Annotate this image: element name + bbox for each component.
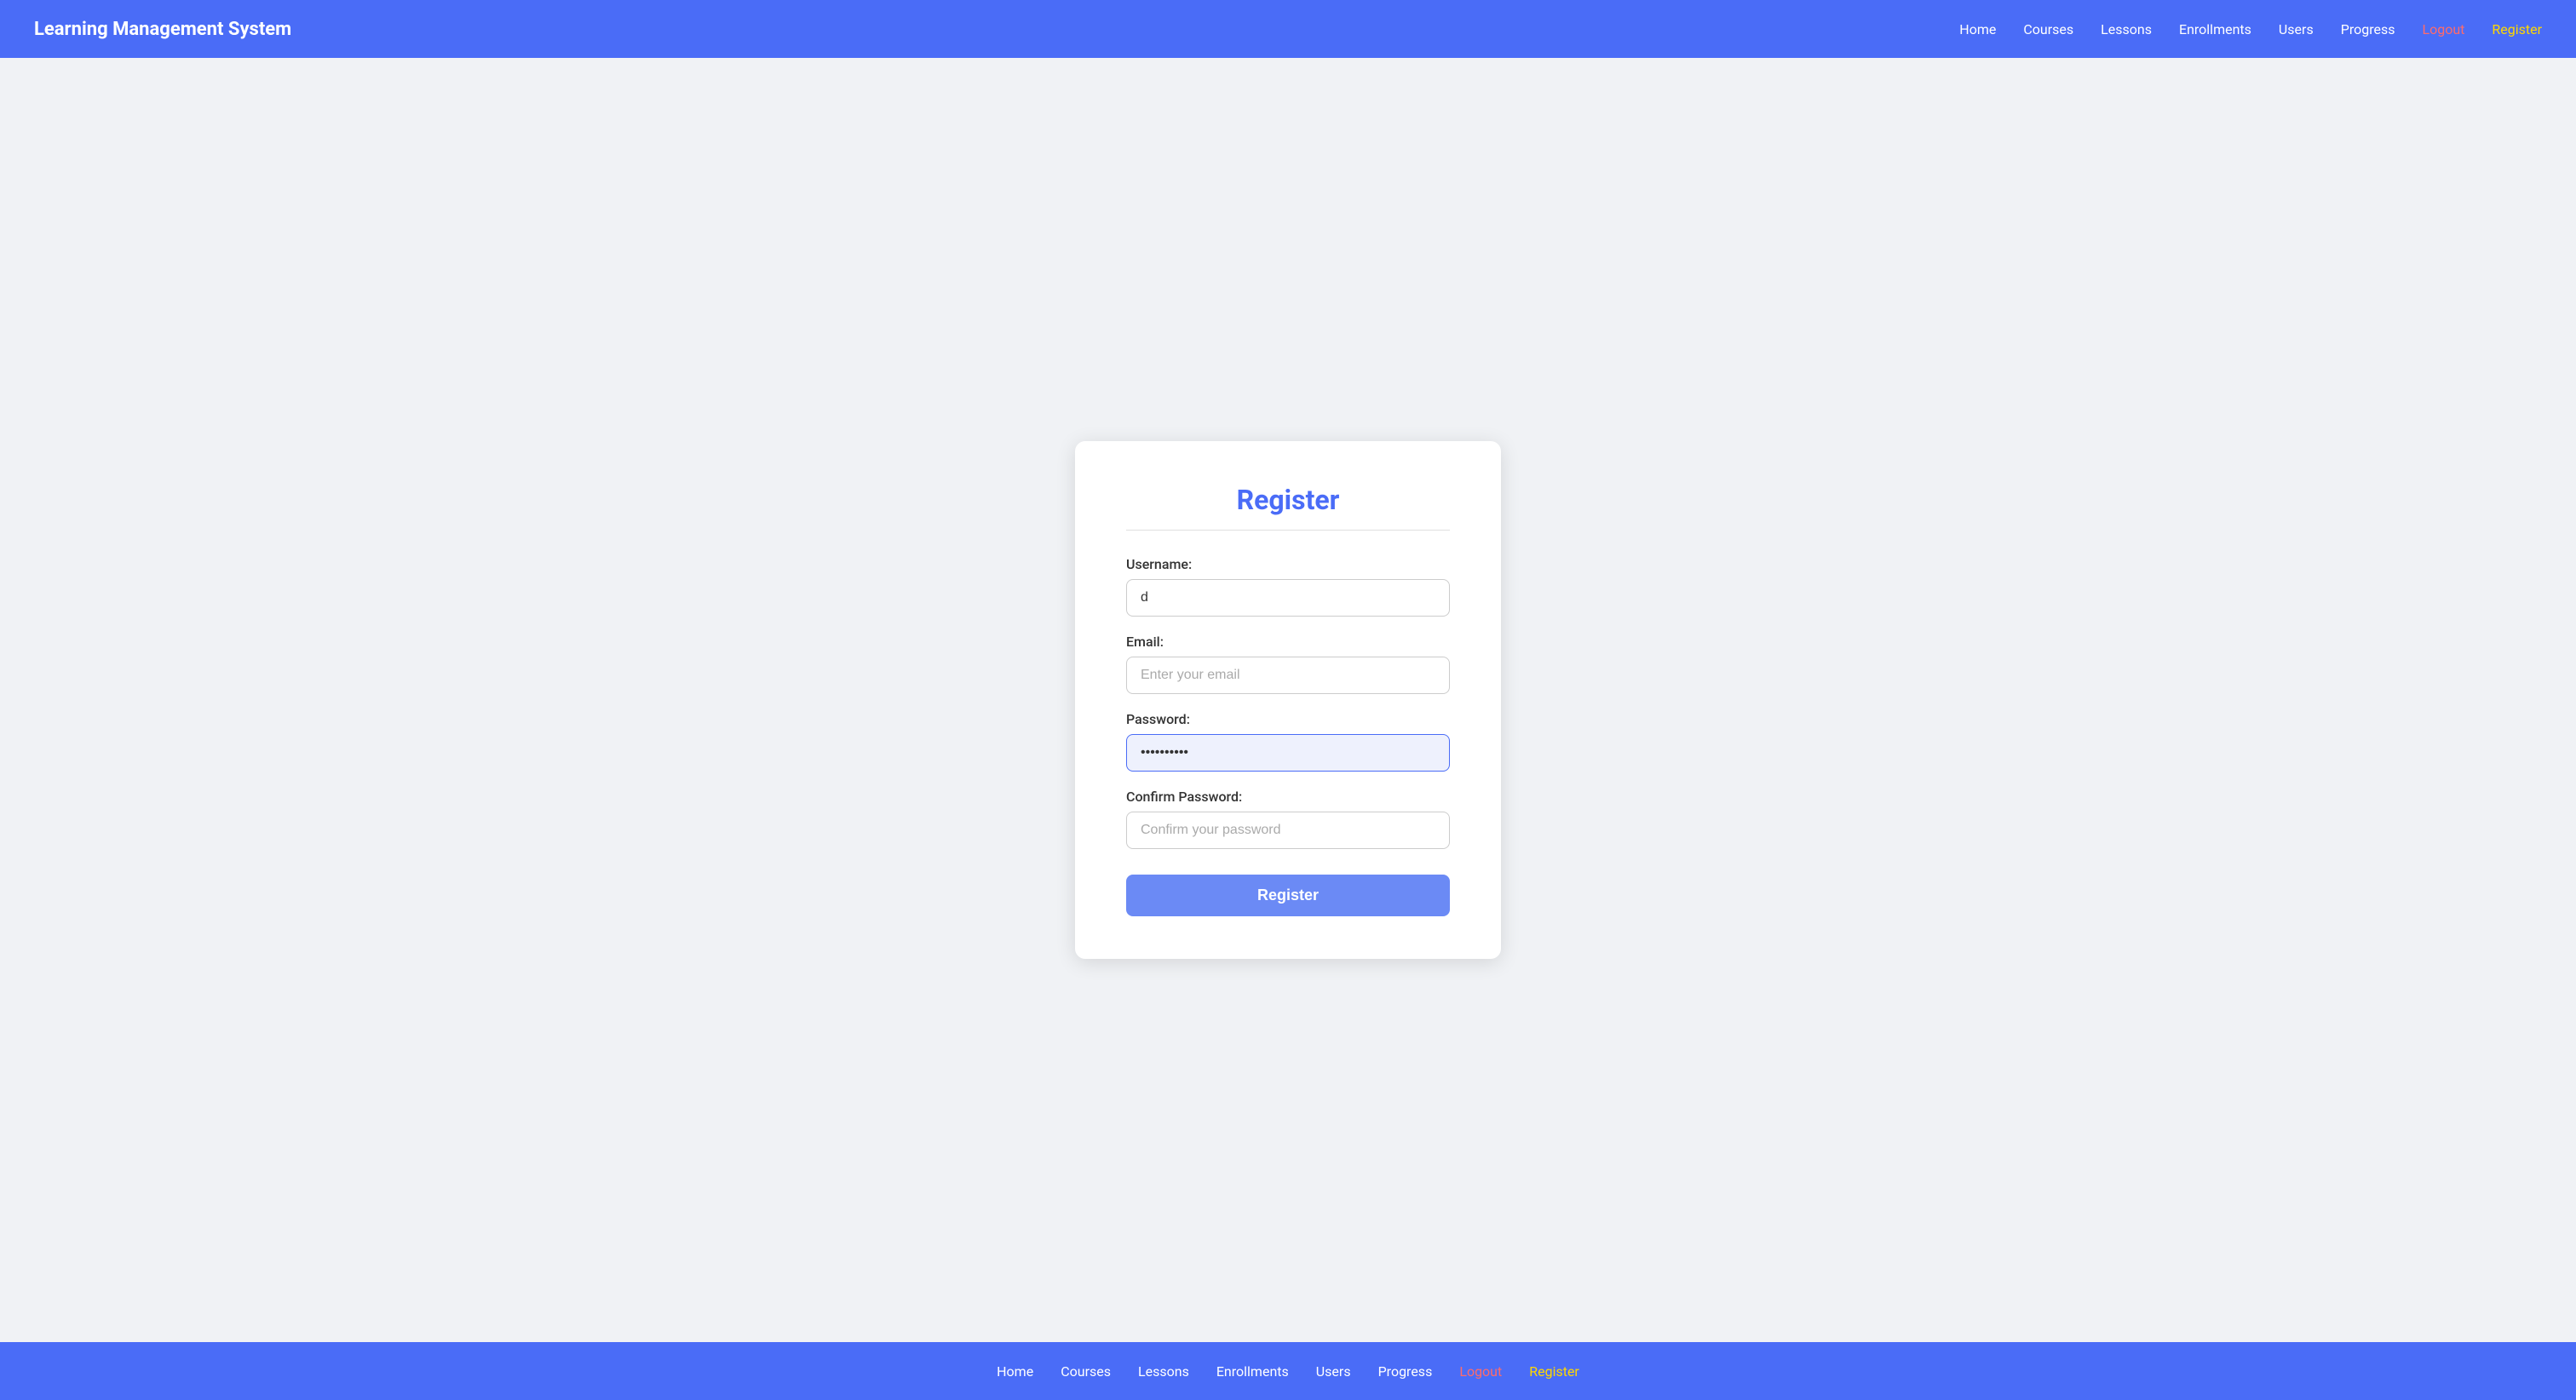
footer-link-progress[interactable]: Progress: [1378, 1363, 1433, 1380]
email-label: Email:: [1126, 634, 1450, 650]
navbar-nav: Home Courses Lessons Enrollments Users P…: [1959, 21, 2542, 37]
password-input[interactable]: [1126, 734, 1450, 772]
footer-link-logout[interactable]: Logout: [1459, 1363, 1502, 1380]
footer-link-enrollments[interactable]: Enrollments: [1216, 1363, 1289, 1380]
username-label: Username:: [1126, 556, 1450, 572]
footer-link-users[interactable]: Users: [1316, 1363, 1351, 1380]
nav-link-courses[interactable]: Courses: [2023, 21, 2073, 37]
navbar: Learning Management System Home Courses …: [0, 0, 2576, 58]
nav-link-users[interactable]: Users: [2279, 21, 2314, 37]
confirm-password-label: Confirm Password:: [1126, 789, 1450, 805]
footer-link-lessons[interactable]: Lessons: [1138, 1363, 1189, 1380]
footer-link-home[interactable]: Home: [997, 1363, 1033, 1380]
password-label: Password:: [1126, 711, 1450, 727]
navbar-brand[interactable]: Learning Management System: [34, 19, 291, 40]
nav-link-lessons[interactable]: Lessons: [2101, 21, 2152, 37]
confirm-password-input[interactable]: [1126, 812, 1450, 849]
register-button[interactable]: Register: [1126, 875, 1450, 916]
main-content: Register Username: Email: Password: Conf…: [0, 58, 2576, 1342]
register-card: Register Username: Email: Password: Conf…: [1075, 441, 1501, 959]
email-group: Email:: [1126, 634, 1450, 694]
nav-link-home[interactable]: Home: [1959, 21, 1996, 37]
nav-link-register[interactable]: Register: [2492, 21, 2542, 37]
footer-link-courses[interactable]: Courses: [1061, 1363, 1111, 1380]
title-divider: [1126, 530, 1450, 531]
footer-nav: Home Courses Lessons Enrollments Users P…: [997, 1363, 1579, 1380]
register-form: Username: Email: Password: Confirm Passw…: [1126, 556, 1450, 916]
footer: Home Courses Lessons Enrollments Users P…: [0, 1342, 2576, 1400]
email-input[interactable]: [1126, 657, 1450, 694]
username-group: Username:: [1126, 556, 1450, 617]
footer-link-register[interactable]: Register: [1529, 1363, 1579, 1380]
password-group: Password:: [1126, 711, 1450, 772]
nav-link-progress[interactable]: Progress: [2341, 21, 2395, 37]
form-title: Register: [1126, 484, 1450, 516]
confirm-password-group: Confirm Password:: [1126, 789, 1450, 849]
nav-link-enrollments[interactable]: Enrollments: [2179, 21, 2251, 37]
username-input[interactable]: [1126, 579, 1450, 617]
nav-link-logout[interactable]: Logout: [2422, 21, 2464, 37]
